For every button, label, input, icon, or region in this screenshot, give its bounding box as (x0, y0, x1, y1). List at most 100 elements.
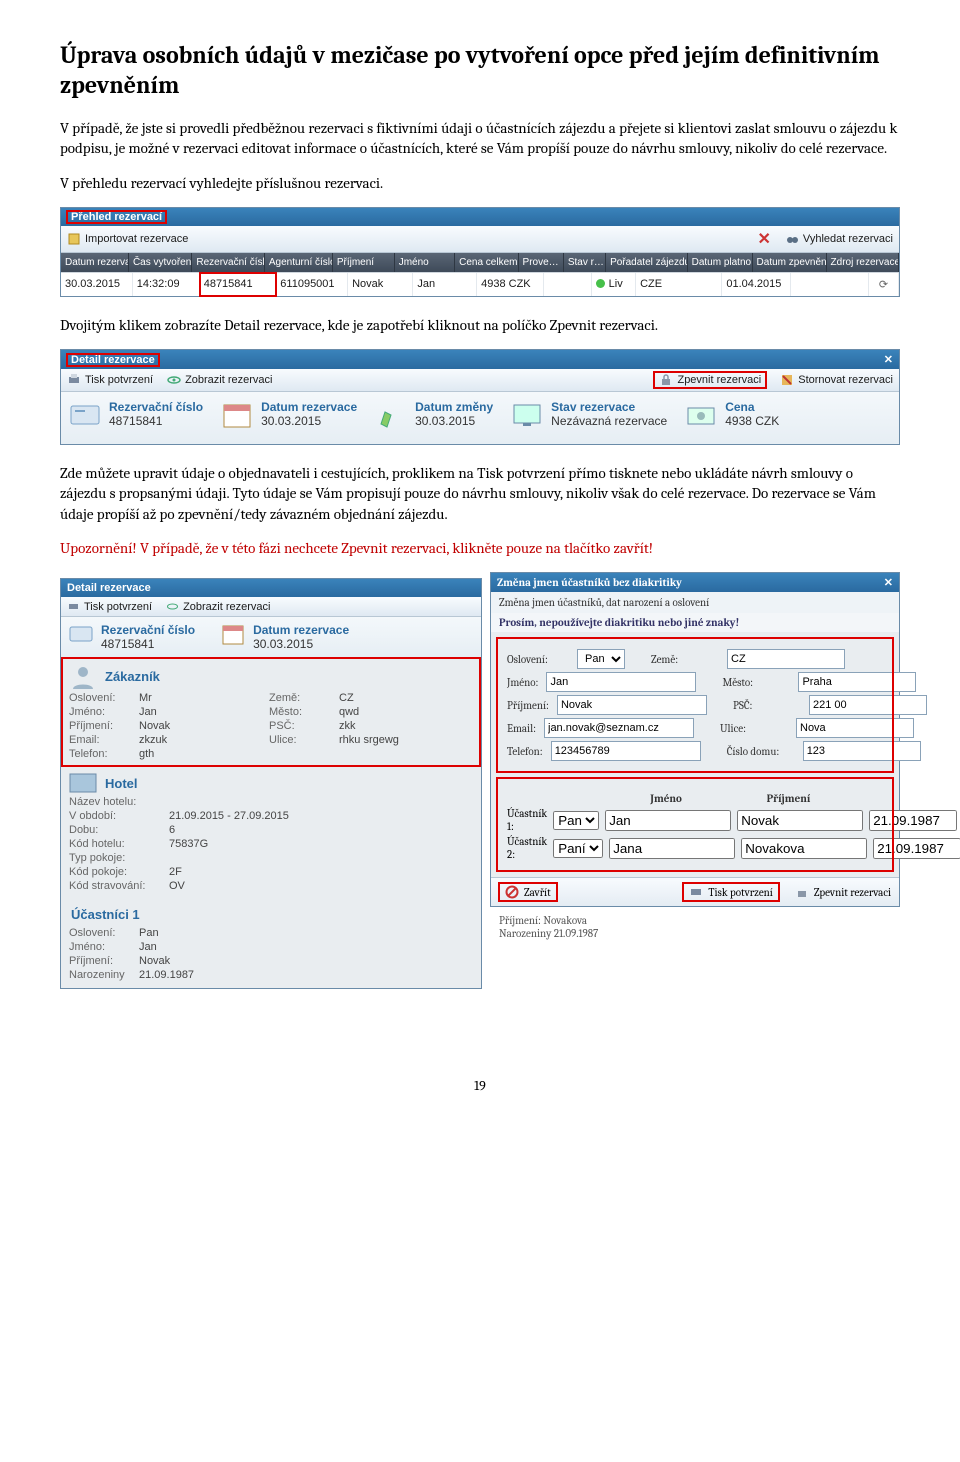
value: Pan (139, 927, 259, 939)
import-button[interactable]: Importovat rezervace (67, 232, 188, 246)
ticket-icon (69, 623, 95, 649)
show-button[interactable]: Zobrazit rezervaci (166, 600, 270, 613)
col-firstname[interactable]: Jméno (395, 253, 455, 272)
houseno-input[interactable] (803, 741, 921, 761)
firstname-input[interactable] (605, 810, 731, 831)
cell: 4938 CZK (477, 273, 544, 296)
person-icon (69, 663, 97, 691)
cell-status: Liv (592, 273, 636, 296)
label: Město: (269, 706, 339, 718)
info-date-change: Datum změny30.03.2015 (375, 400, 493, 434)
print-button[interactable]: Tisk potvrzení (67, 373, 153, 387)
close-icon[interactable]: ✕ (884, 576, 893, 589)
col-agency[interactable]: Agenturní číslo (265, 253, 333, 272)
zip-input[interactable] (809, 695, 927, 715)
detail-and-dialog: Detail rezervace Tisk potvrzení Zobrazit… (60, 572, 900, 1052)
col-prov[interactable]: Prove… (519, 253, 564, 272)
section-heading: Zákazník (103, 667, 160, 688)
show-button[interactable]: Zobrazit rezervaci (167, 373, 272, 387)
toolbar: Tisk potvrzení Zobrazit rezervaci Zpevni… (61, 369, 899, 392)
firstname-input[interactable] (609, 838, 735, 859)
col-date[interactable]: Datum rezervace (61, 253, 129, 272)
toolbar: Tisk potvrzení Zobrazit rezervaci (61, 597, 481, 617)
label: Jméno: (507, 676, 538, 689)
monitor-icon (511, 400, 545, 434)
search-button[interactable]: Vyhledat rezervaci (785, 232, 893, 246)
col-validity[interactable]: Datum platno… (688, 253, 753, 272)
label: Telefon: (507, 745, 543, 758)
info-date-res: Datum rezervace30.03.2015 (221, 400, 357, 434)
surname-input[interactable] (741, 838, 867, 859)
table-row[interactable]: 30.03.2015 14:32:09 48715841 611095001 N… (61, 272, 899, 296)
col-source[interactable]: Zdroj rezervace (827, 253, 899, 272)
cancel-button[interactable]: Stornovat rezervaci (780, 373, 893, 387)
show-label: Zobrazit rezervaci (185, 374, 272, 386)
country-input[interactable] (727, 649, 845, 669)
window-title: Detail rezervace (67, 582, 151, 594)
street-input[interactable] (796, 718, 914, 738)
salutation-select[interactable]: Paní (553, 839, 603, 858)
customer-section: Zákazník Oslovení:Mr Jméno:Jan Příjmení:… (61, 657, 481, 767)
print-button[interactable]: Tisk potvrzení (67, 600, 152, 613)
col-operator[interactable]: Pořadatel zájezdu (606, 253, 688, 272)
birthdate-input[interactable] (869, 810, 957, 831)
value: 21.09.1987 (139, 969, 259, 981)
label: Kód hotelu: (69, 838, 169, 850)
value: OV (169, 880, 289, 892)
label: Jméno: (69, 706, 139, 718)
col-time[interactable]: Čas vytvoření (129, 253, 192, 272)
hotel-icon (69, 773, 97, 795)
salutation-select[interactable]: Pan (553, 811, 599, 830)
surname-input[interactable] (557, 695, 707, 715)
salutation-select[interactable]: Pan (577, 649, 625, 669)
cell: 01.04.2015 (722, 273, 791, 296)
info-reservation: Rezervační číslo48715841 (69, 400, 203, 434)
customer-form: Oslovení: Pan Země: Jméno: Město: Příjme… (497, 638, 893, 772)
label: Stav rezervace (551, 400, 667, 414)
col-surname[interactable]: Příjmení (333, 253, 395, 272)
value: Mr (139, 692, 259, 704)
close-button[interactable]: Zavřít (499, 883, 557, 901)
print-button[interactable]: Tisk potvrzení (683, 883, 779, 901)
surname-input[interactable] (737, 810, 863, 831)
col-confirmed[interactable]: Datum zpevněn… (753, 253, 827, 272)
label: Dobu: (69, 824, 169, 836)
col-status[interactable]: Stav r… (564, 253, 606, 272)
city-input[interactable] (798, 672, 916, 692)
col-price[interactable]: Cena celkem (455, 253, 518, 272)
close-icon[interactable]: ✕ (884, 353, 893, 366)
cancel-icon (780, 373, 794, 387)
hotel-section: Hotel Název hotelu: V období:21.09.2015 … (61, 767, 481, 899)
phone-input[interactable] (551, 741, 701, 761)
label: PSČ: (733, 699, 803, 712)
firstname-input[interactable] (546, 672, 696, 692)
confirm-button[interactable]: Zpevnit rezervaci (654, 372, 766, 388)
eye-icon (166, 600, 179, 613)
close-icon[interactable]: ✕ (758, 229, 771, 249)
birthdate-input[interactable] (873, 838, 960, 859)
binoculars-icon (785, 232, 799, 246)
info-date-res: Datum rezervace30.03.2015 (221, 623, 349, 651)
page-number: 19 (60, 1077, 900, 1094)
row-action-icon[interactable]: ⟳ (869, 273, 899, 296)
cell-reservation: 48715841 (200, 273, 277, 296)
value: 75837G (169, 838, 289, 850)
value: 48715841 (101, 637, 154, 651)
cancel-label: Stornovat rezervaci (798, 374, 893, 386)
value: Jan (139, 706, 259, 718)
value: 21.09.1987 (554, 927, 598, 940)
print-label: Tisk potvrzení (85, 374, 153, 386)
paragraph: Zde můžete upravit údaje o objednavateli… (60, 463, 900, 524)
print-icon (67, 600, 80, 613)
confirm-label: Zpevnit rezervaci (677, 374, 761, 386)
value: 2F (169, 866, 289, 878)
email-input[interactable] (544, 718, 694, 738)
col-reservation[interactable]: Rezervační číslo (192, 253, 264, 272)
value: 6 (169, 824, 289, 836)
value: Novakova (543, 914, 587, 927)
label: Město: (722, 676, 792, 689)
reservation-list-window: Přehled rezervací Importovat rezervace ✕… (60, 207, 900, 297)
confirm-button[interactable]: Zpevnit rezervaci (795, 883, 891, 901)
section-heading: Hotel (103, 774, 138, 795)
toolbar: Importovat rezervace ✕ Vyhledat rezervac… (61, 226, 899, 253)
